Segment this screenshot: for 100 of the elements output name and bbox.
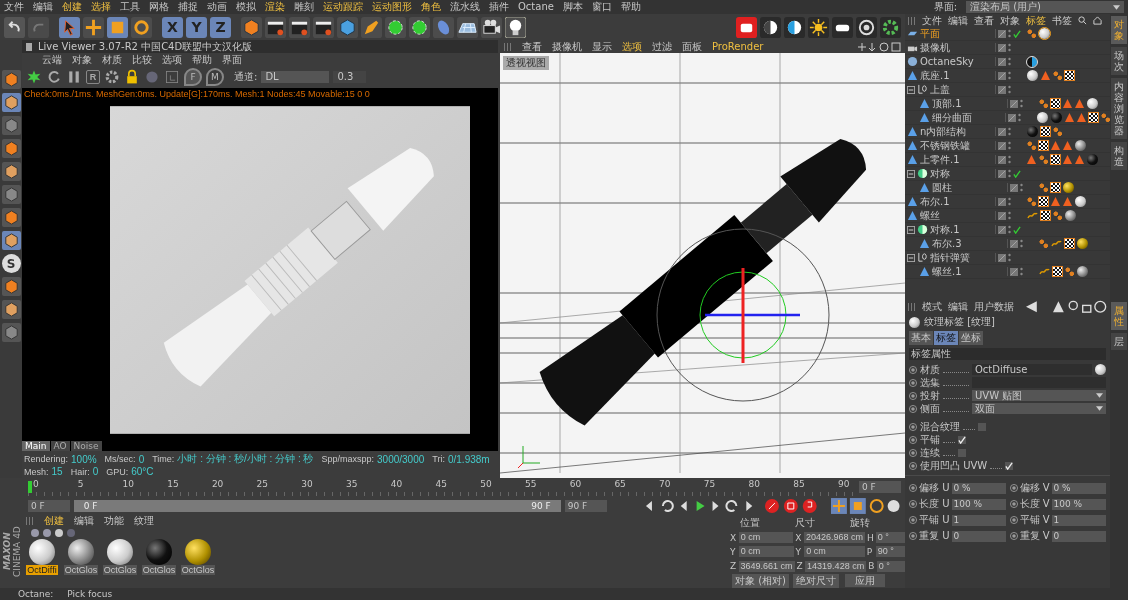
object-name[interactable]: 不锈钢铁罐 — [920, 138, 970, 153]
visibility-dots-icon[interactable] — [1008, 29, 1011, 38]
axis-lock-button[interactable]: Z — [210, 16, 231, 38]
menu-item[interactable]: 摄像机 — [552, 40, 582, 53]
object-name[interactable]: 细分曲面 — [932, 110, 972, 125]
pause-icon[interactable] — [66, 69, 82, 85]
attribute-tab[interactable]: 坐标 — [959, 331, 983, 345]
material-name[interactable]: OctGlos — [141, 565, 177, 575]
visibility-dots-icon[interactable] — [1008, 211, 1011, 220]
material-tag-icon[interactable] — [1075, 196, 1086, 207]
clapper-icon[interactable] — [265, 16, 286, 38]
menu-item[interactable]: 编辑 — [33, 1, 53, 13]
apply-button[interactable]: 应用 — [845, 574, 885, 588]
cube-icon[interactable] — [1, 70, 21, 89]
menu-item[interactable]: 创建 — [44, 515, 64, 527]
pin-button[interactable]: M — [206, 68, 224, 86]
menu-item[interactable]: 文件 — [922, 14, 942, 27]
refresh-icon[interactable] — [46, 69, 62, 85]
menu-item[interactable]: 模拟 — [236, 1, 256, 13]
menu-item[interactable]: 网格 — [149, 1, 169, 13]
rotation-field[interactable]: 0 ° — [876, 560, 905, 572]
menu-item[interactable]: 标签 — [1026, 14, 1046, 27]
lock-icon[interactable] — [124, 69, 140, 85]
size-field[interactable]: 0 cm — [804, 546, 865, 558]
material-swatch[interactable] — [68, 539, 94, 565]
move-icon[interactable] — [83, 16, 104, 38]
search-icon[interactable] — [1078, 16, 1087, 25]
visibility-dots-icon[interactable] — [1008, 43, 1011, 52]
visibility-dots-icon[interactable] — [1020, 99, 1023, 108]
number-field[interactable]: 0 % — [1051, 482, 1106, 494]
edit-flag-icon[interactable] — [998, 57, 1006, 66]
start-frame-field[interactable]: 0 F — [28, 499, 70, 512]
current-frame-field[interactable]: 0 F — [859, 481, 901, 493]
material-tag-icon[interactable] — [1063, 182, 1074, 193]
rotate-icon[interactable] — [131, 16, 152, 38]
object-name[interactable]: 上盖 — [930, 82, 950, 97]
menu-item[interactable]: 查看 — [974, 14, 994, 27]
checker-tag-icon[interactable] — [1089, 113, 1098, 122]
visibility-dots-icon[interactable] — [1008, 127, 1011, 136]
key-tracks-icon[interactable] — [831, 497, 901, 514]
channel-tab[interactable]: AO — [50, 441, 70, 451]
axis-lock-button[interactable]: X — [162, 16, 183, 38]
dots-tag-icon[interactable] — [1039, 99, 1048, 108]
menu-item[interactable]: 工具 — [120, 1, 140, 13]
scale-icon[interactable] — [107, 16, 128, 38]
side-tab[interactable]: 层 — [1111, 333, 1127, 350]
dots-tag-icon[interactable] — [1027, 29, 1036, 38]
material-swatch[interactable] — [29, 539, 55, 565]
home-icon[interactable] — [1093, 16, 1102, 25]
cone-tag-icon[interactable] — [1027, 155, 1036, 164]
side-tab[interactable]: 属性 — [1111, 302, 1127, 330]
end-frame-field[interactable]: 90 F — [564, 499, 607, 512]
menu-item[interactable]: 对象 — [72, 53, 92, 66]
menu-item[interactable]: 渲染 — [265, 1, 285, 13]
keyframe-record-icon[interactable] — [763, 497, 820, 514]
size-field[interactable]: 14319.428 cm — [805, 560, 867, 572]
object-name[interactable]: 顶部.1 — [932, 96, 962, 111]
checkbox[interactable] — [1005, 461, 1014, 470]
menu-item[interactable]: 面板 — [682, 40, 702, 53]
number-field[interactable]: 100 % — [1051, 498, 1106, 510]
material-swatch[interactable] — [146, 539, 172, 565]
soft-light-icon[interactable] — [832, 16, 853, 38]
menu-item[interactable]: 过滤 — [652, 40, 672, 53]
menu-item[interactable]: 对象 — [1000, 14, 1020, 27]
edit-flag-icon[interactable] — [998, 211, 1006, 220]
timeline-ruler[interactable]: 0 5 10 15 20 25 30 35 40 45 50 55 60 65 70 75 80 85 90 — [28, 478, 855, 496]
sky-tag-icon[interactable] — [1027, 56, 1037, 67]
number-field[interactable]: 1 — [1051, 514, 1106, 526]
menu-item[interactable]: 脚本 — [562, 1, 583, 13]
object-name[interactable]: 布尔.3 — [932, 236, 962, 251]
edit-flag-icon[interactable] — [1010, 99, 1018, 108]
menu-item[interactable]: 编辑 — [948, 14, 968, 27]
gear-icon[interactable] — [880, 16, 901, 38]
material-name[interactable]: OctGlos — [63, 565, 99, 575]
dots-tag-icon[interactable] — [1053, 71, 1062, 80]
axis-lock-button[interactable]: Y — [186, 16, 207, 38]
dots-tag-icon[interactable] — [1101, 113, 1110, 122]
checker-tag-icon[interactable] — [1065, 239, 1074, 248]
object-name[interactable]: OctaneSky — [920, 56, 974, 67]
position-field[interactable]: 0 cm — [738, 532, 794, 544]
visibility-dots-icon[interactable] — [1008, 155, 1011, 164]
dots-tag-icon[interactable] — [1053, 211, 1062, 220]
pin-button[interactable]: F — [184, 68, 202, 86]
visibility-dots-icon[interactable] — [1008, 71, 1011, 80]
visibility-dots-icon[interactable] — [1008, 197, 1011, 206]
channel-dropdown[interactable]: DL — [261, 71, 330, 83]
camera-icon[interactable] — [481, 16, 502, 38]
material-tag-icon[interactable] — [1065, 210, 1076, 221]
rotation-field[interactable]: 90 ° — [875, 546, 905, 558]
edit-flag-icon[interactable] — [998, 197, 1006, 206]
attribute-tab[interactable]: 标签 — [934, 331, 958, 345]
number-field[interactable]: 0 — [1051, 530, 1106, 542]
bend-tag-icon[interactable] — [1039, 267, 1050, 276]
menu-item[interactable]: 书签 — [1052, 14, 1072, 27]
number-field[interactable]: 0 % — [951, 482, 1006, 494]
cone-tag-icon[interactable] — [1041, 71, 1050, 80]
check-icon[interactable] — [1013, 169, 1021, 178]
material-tag-icon[interactable] — [1037, 112, 1048, 123]
object-name[interactable]: 螺丝 — [920, 208, 940, 223]
checkbox[interactable] — [958, 448, 966, 457]
